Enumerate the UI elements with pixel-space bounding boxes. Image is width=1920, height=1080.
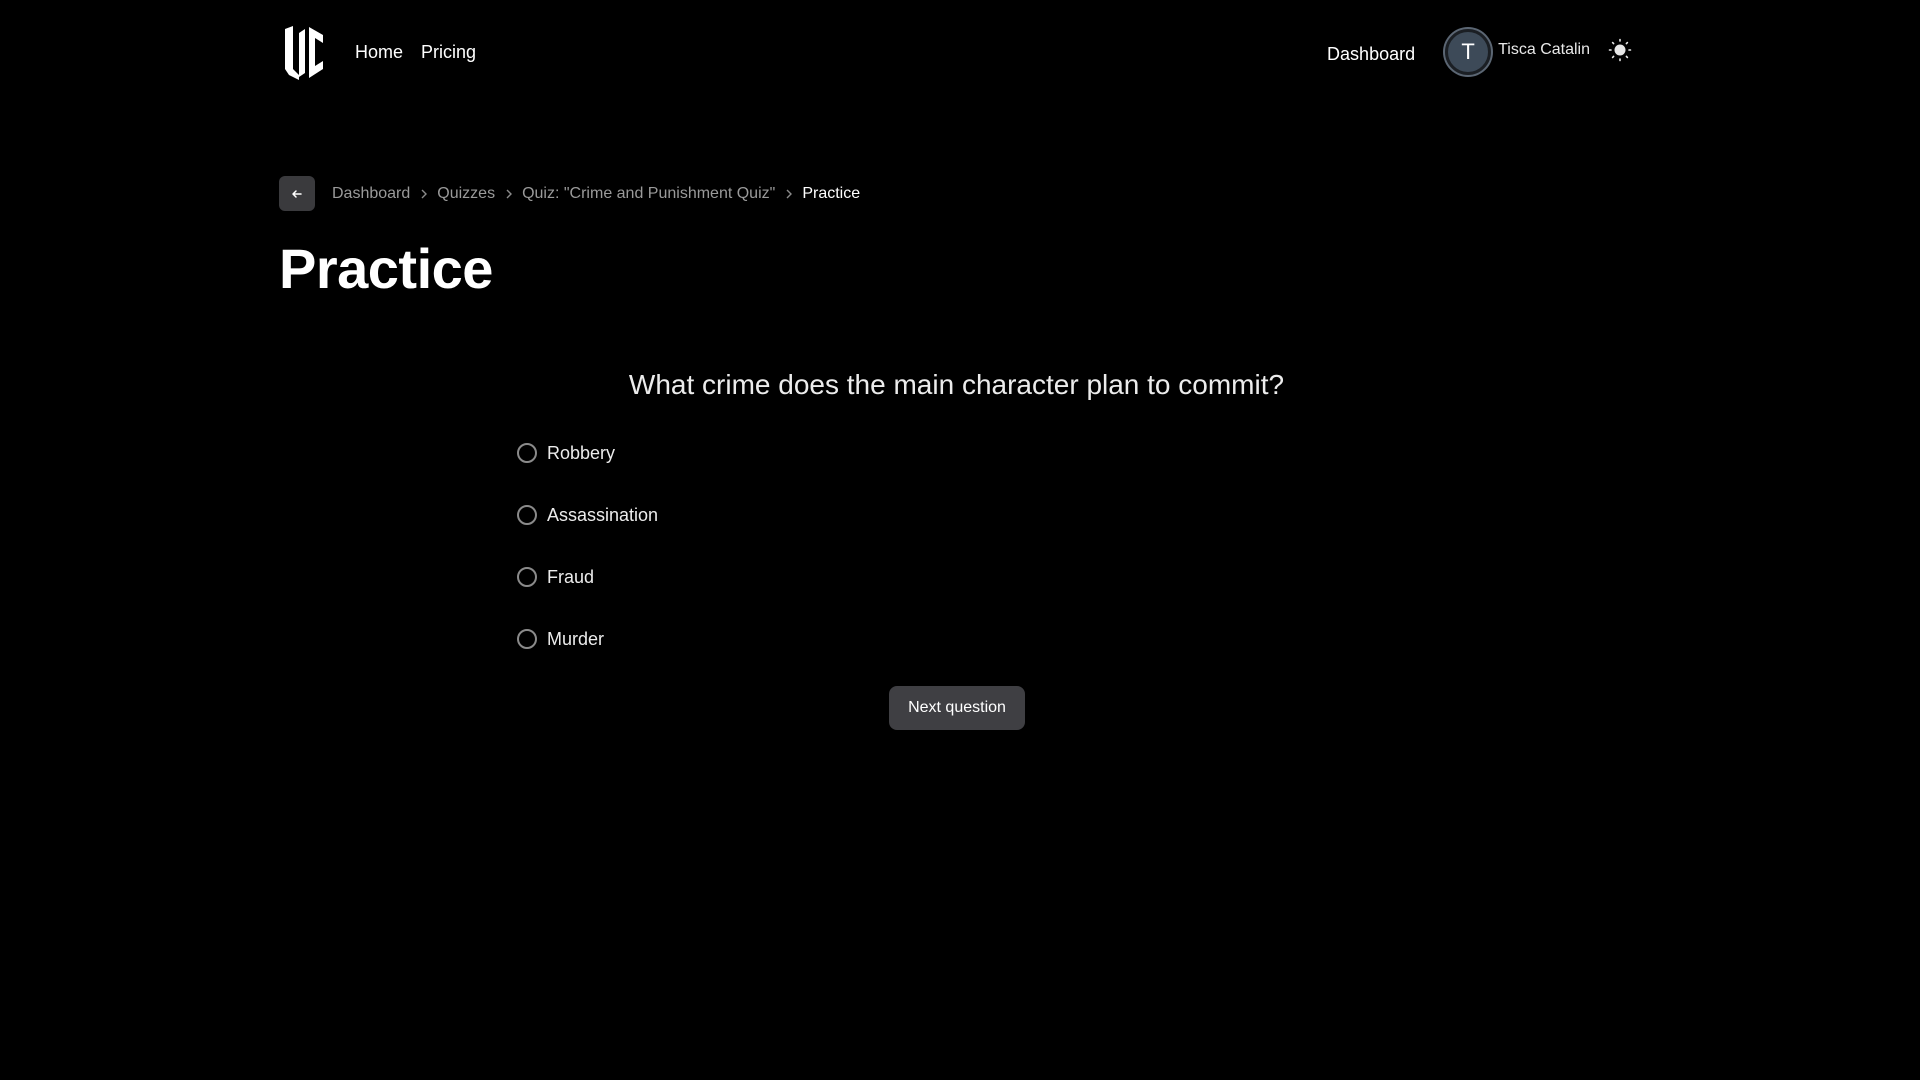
chevron-right-icon	[775, 188, 802, 200]
dashboard-link[interactable]: Dashboard	[1327, 44, 1415, 65]
avatar[interactable]: T	[1445, 29, 1492, 75]
option-label: Murder	[547, 628, 605, 649]
option-label: Assassination	[547, 504, 659, 525]
sun-icon	[1608, 38, 1632, 62]
breadcrumb-quiz[interactable]: Quiz: "Crime and Punishment Quiz"	[522, 185, 775, 203]
back-button[interactable]	[279, 176, 315, 211]
quiz-question: What crime does the main character plan …	[628, 369, 1285, 400]
breadcrumb-current: Practice	[802, 184, 861, 202]
chevron-right-icon	[410, 188, 437, 200]
main-nav: Home Pricing	[355, 42, 476, 63]
option-robbery[interactable]: Robbery	[517, 440, 658, 466]
top-nav: Home Pricing Dashboard T Tisca Catalin	[279, 0, 1632, 104]
header-right: Dashboard T Tisca Catalin	[1327, 29, 1632, 75]
next-question-button[interactable]: Next question	[889, 686, 1025, 730]
answer-options: Robbery Assassination Fraud Murder	[517, 440, 658, 688]
nav-pricing-link[interactable]: Pricing	[421, 42, 476, 63]
option-assassination[interactable]: Assassination	[517, 502, 658, 528]
nav-home-link[interactable]: Home	[355, 42, 403, 63]
theme-toggle-button[interactable]	[1608, 38, 1632, 62]
breadcrumb: Dashboard Quizzes Quiz: "Crime and Punis…	[279, 176, 860, 211]
option-checkbox[interactable]	[517, 443, 537, 463]
arrow-left-icon	[292, 189, 302, 198]
page-title: Practice	[279, 237, 493, 300]
option-checkbox[interactable]	[517, 567, 537, 587]
breadcrumb-quizzes[interactable]: Quizzes	[437, 185, 495, 203]
logo-icon[interactable]	[279, 23, 329, 81]
option-fraud[interactable]: Fraud	[517, 564, 658, 590]
user-name[interactable]: Tisca Catalin	[1498, 41, 1590, 59]
option-label: Robbery	[547, 442, 616, 463]
option-label: Fraud	[547, 566, 595, 587]
option-murder[interactable]: Murder	[517, 626, 658, 652]
breadcrumb-dashboard[interactable]: Dashboard	[332, 185, 410, 203]
option-checkbox[interactable]	[517, 505, 537, 525]
chevron-right-icon	[495, 188, 522, 200]
page: Home Pricing Dashboard T Tisca Catalin D…	[0, 0, 1920, 1080]
option-checkbox[interactable]	[517, 629, 537, 649]
